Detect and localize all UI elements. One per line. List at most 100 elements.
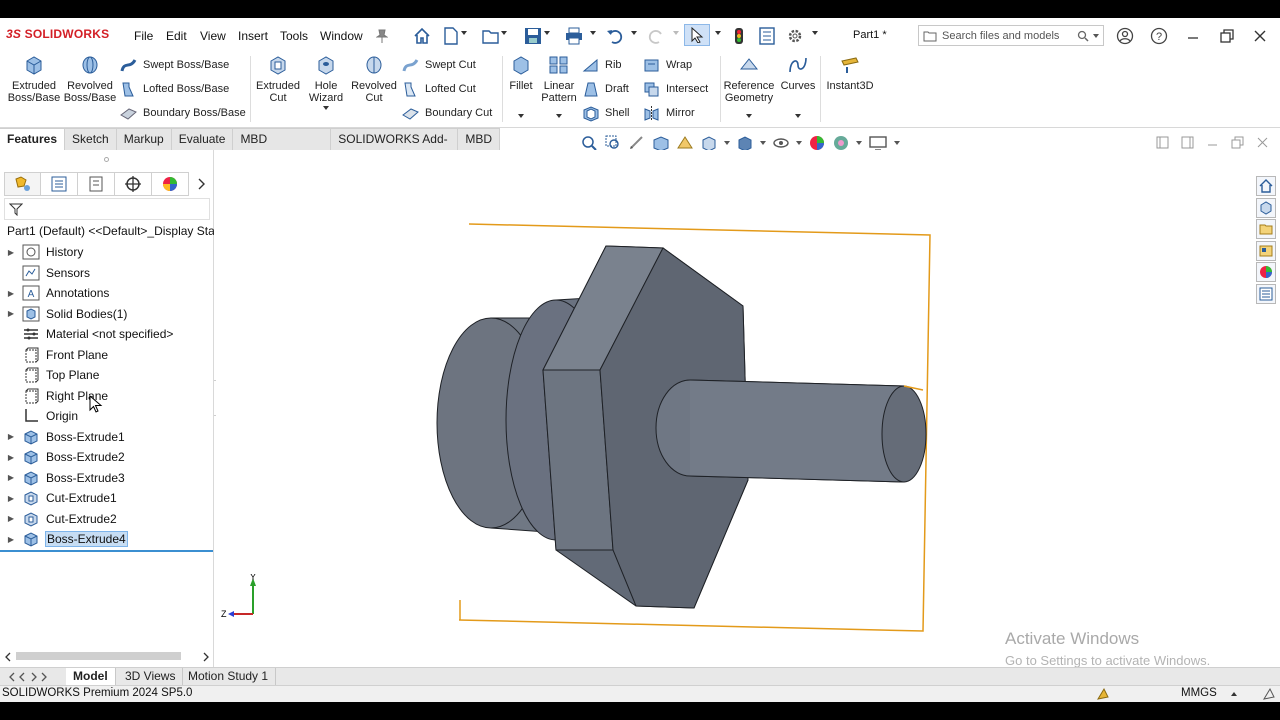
menu-edit[interactable]: Edit [166, 29, 187, 43]
rollback-bar[interactable] [0, 550, 213, 552]
tile-right-icon[interactable] [1181, 136, 1194, 149]
swept-cut-button[interactable]: Swept Cut [402, 55, 502, 75]
help-icon[interactable]: ? [1149, 26, 1169, 46]
tab-model[interactable]: Model [66, 668, 116, 685]
display-manager-tab[interactable] [152, 172, 189, 196]
minimize-icon[interactable] [1206, 136, 1219, 149]
search-box[interactable]: Search files and models [918, 25, 1104, 46]
menu-insert[interactable]: Insert [238, 29, 268, 43]
tree-node-boss-extrude2[interactable]: ▶ Boss-Extrude2 [0, 447, 214, 468]
chevron-down-icon[interactable] [746, 114, 752, 118]
close-icon[interactable] [1256, 136, 1269, 149]
user-account-icon[interactable] [1115, 26, 1135, 46]
chevron-down-icon[interactable] [544, 31, 550, 35]
tab-solidworks-add-ins[interactable]: SOLIDWORKS Add-Ins [331, 128, 459, 166]
chevron-down-icon[interactable] [461, 31, 467, 35]
chevron-down-icon[interactable] [894, 141, 900, 145]
expand-arrow-icon[interactable]: ▶ [0, 309, 22, 318]
chevron-down-icon[interactable] [724, 141, 730, 145]
solidworks-resources-icon[interactable] [1256, 176, 1276, 196]
tree-node-front-plane[interactable]: Front Plane [0, 345, 214, 366]
custom-properties-icon[interactable] [1256, 283, 1276, 304]
reference-geometry-button[interactable]: Reference Geometry [722, 55, 776, 118]
chevron-up-icon[interactable] [1231, 692, 1237, 696]
rebuild-status-icon[interactable] [1096, 687, 1110, 701]
linear-pattern-button[interactable]: Linear Pattern [540, 55, 578, 118]
chevron-down-icon[interactable] [590, 31, 596, 35]
tree-node-boss-extrude4[interactable]: ▶ Boss-Extrude4 [0, 529, 214, 550]
chevron-right-icon[interactable] [189, 172, 213, 196]
print-icon[interactable] [564, 26, 584, 46]
save-icon[interactable] [523, 26, 543, 46]
tree-node-boss-extrude3[interactable]: ▶ Boss-Extrude3 [0, 468, 214, 489]
tree-node-solid-bodies-1[interactable]: ▶ Solid Bodies(1) [0, 304, 214, 325]
tree-node-cut-extrude1[interactable]: ▶ Cut-Extrude1 [0, 488, 214, 509]
expand-arrow-icon[interactable]: ▶ [0, 248, 22, 257]
chevron-left-icon[interactable] [4, 652, 12, 662]
tree-node-history[interactable]: ▶ History [0, 242, 214, 263]
chevron-down-icon[interactable] [501, 31, 507, 35]
close-icon[interactable] [1250, 26, 1270, 46]
chevron-down-icon[interactable] [518, 114, 524, 118]
tab-features[interactable]: Features [0, 128, 66, 150]
tree-node-top-plane[interactable]: Top Plane [0, 365, 214, 386]
dimxpert-manager-tab[interactable] [115, 172, 152, 196]
appearances-icon[interactable] [1256, 262, 1276, 282]
mirror-button[interactable]: Mirror [643, 103, 723, 123]
chevron-down-icon[interactable] [556, 114, 562, 118]
chevron-down-icon[interactable] [812, 31, 818, 35]
boundary-boss-button[interactable]: Boundary Boss/Base [120, 103, 250, 123]
select-pointer-icon[interactable] [684, 24, 710, 46]
undo-icon[interactable] [605, 26, 625, 46]
menu-tools[interactable]: Tools [280, 29, 308, 43]
tree-node-annotations[interactable]: ▶ A Annotations [0, 283, 214, 304]
scrollbar-thumb[interactable] [16, 652, 181, 660]
instant3d-button[interactable]: Instant3D [824, 55, 876, 92]
feature-manager-tab[interactable] [4, 172, 41, 196]
wrap-button[interactable]: Wrap [643, 55, 723, 75]
chevron-down-icon[interactable] [856, 141, 862, 145]
view-palette-icon[interactable] [1256, 240, 1276, 261]
solidworks-logo[interactable]: 3S SOLIDWORKS [6, 27, 109, 41]
chevron-down-icon[interactable] [1093, 33, 1099, 38]
lofted-boss-button[interactable]: Lofted Boss/Base [120, 79, 250, 99]
search-input[interactable]: Search files and models [942, 30, 1077, 42]
tab-motion-study-1[interactable]: Motion Study 1 [181, 668, 277, 685]
extruded-cut-button[interactable]: Extruded Cut [254, 55, 302, 104]
model-view[interactable] [216, 150, 1256, 668]
boundary-cut-button[interactable]: Boundary Cut [402, 103, 502, 123]
expand-arrow-icon[interactable]: ▶ [0, 289, 22, 298]
pane-splitter-handle[interactable] [104, 157, 109, 162]
tree-node-material-not-specified[interactable]: Material <not specified> [0, 324, 214, 345]
design-library-icon[interactable] [1256, 197, 1276, 218]
tree-node-right-plane[interactable]: Right Plane [0, 386, 214, 407]
restore-icon[interactable] [1217, 26, 1237, 46]
tree-node-cut-extrude2[interactable]: ▶ Cut-Extrude2 [0, 509, 214, 530]
tree-node-boss-extrude1[interactable]: ▶ Boss-Extrude1 [0, 427, 214, 448]
expand-arrow-icon[interactable]: ▶ [0, 535, 22, 544]
file-explorer-icon[interactable] [1256, 219, 1276, 239]
pin-icon[interactable] [372, 26, 392, 46]
draft-button[interactable]: Draft [582, 79, 642, 99]
swept-boss-button[interactable]: Swept Boss/Base [120, 55, 250, 75]
tree-filter-box[interactable] [4, 198, 210, 220]
chevron-down-icon[interactable] [795, 114, 801, 118]
search-icon[interactable] [1077, 30, 1089, 42]
hole-wizard-button[interactable]: Hole Wizard [303, 55, 349, 110]
tree-root-part[interactable]: Part1 (Default) <<Default>_Display Sta [4, 222, 214, 240]
property-manager-tab[interactable] [41, 172, 78, 196]
tab-mbd[interactable]: MBD [458, 128, 500, 150]
extruded-boss-button[interactable]: Extruded Boss/Base [6, 55, 62, 104]
chevron-down-icon[interactable] [323, 106, 329, 110]
intersect-button[interactable]: Intersect [643, 79, 723, 99]
open-icon[interactable] [481, 26, 501, 46]
tile-left-icon[interactable] [1156, 136, 1169, 149]
revolved-cut-button[interactable]: Revolved Cut [350, 55, 398, 104]
menu-view[interactable]: View [200, 29, 226, 43]
customize-status-bar-icon[interactable] [1262, 687, 1276, 701]
expand-arrow-icon[interactable]: ▶ [0, 494, 22, 503]
tab-evaluate[interactable]: Evaluate [171, 128, 234, 150]
tab-markup[interactable]: Markup [116, 128, 172, 150]
chevron-down-icon[interactable] [796, 141, 802, 145]
expand-arrow-icon[interactable]: ▶ [0, 453, 22, 462]
